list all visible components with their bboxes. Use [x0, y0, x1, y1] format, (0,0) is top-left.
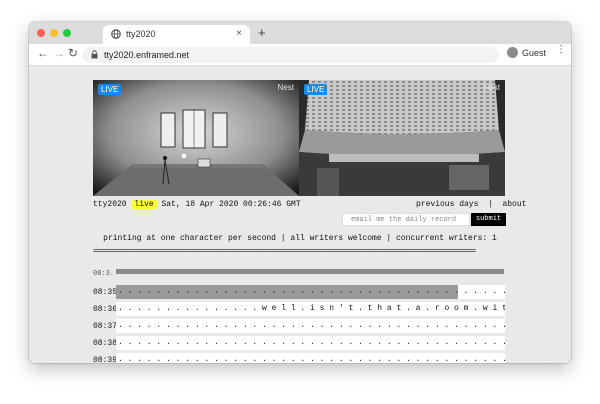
browser-toolbar: ← → ↻ tty2020.enframed.net Guest ⋮	[29, 44, 571, 66]
close-window-icon[interactable]	[37, 29, 45, 37]
record-row: 08:38. . . . . . . . . . . . . . . . . .…	[93, 336, 505, 350]
divider-line: ========================================…	[93, 247, 476, 256]
back-icon[interactable]: ←	[37, 46, 49, 60]
email-input[interactable]: email me the daily record	[342, 213, 470, 226]
page-nav: previous days | about	[416, 200, 526, 209]
row-track[interactable]: . . . . . . . . . . . . . . . . . . . . …	[116, 285, 505, 299]
live-badge: LIVE	[304, 84, 328, 95]
forward-icon[interactable]: →	[53, 46, 65, 60]
info-line: printing at one character per second | a…	[103, 234, 497, 243]
site-name: tty2020	[93, 200, 127, 209]
row-track[interactable]: . . . . . . . . . . . . . . . . . . . . …	[116, 319, 505, 333]
lock-icon	[91, 50, 98, 59]
header-bar	[116, 269, 504, 274]
menu-icon[interactable]: ⋮	[556, 45, 566, 55]
profile-label: Guest	[522, 48, 547, 58]
live-badge: LIVE	[98, 84, 122, 95]
row-text: . . . . . . . . . . . . . . . w e l l . …	[118, 304, 505, 313]
browser-window: tty2020 × + ← → ↻ tty2020.enframed.net G…	[29, 22, 571, 363]
tab-bar: tty2020 × +	[29, 22, 571, 44]
record-row: 08:36. . . . . . . . . . . . . . . w e l…	[93, 302, 505, 316]
nest-logo: Nest	[277, 83, 294, 92]
submit-button[interactable]: submit	[471, 213, 506, 226]
status-line: tty2020 live Sat, 18 Apr 2020 00:26:46 G…	[93, 200, 301, 209]
row-time: 08:37	[93, 322, 118, 331]
about-link[interactable]: about	[502, 200, 526, 209]
maximize-window-icon[interactable]	[63, 29, 71, 37]
row-track[interactable]: . . . . . . . . . . . . . . . . . . . . …	[116, 353, 505, 363]
page-content: LIVE Nest LIVE Nest tty2020 live Sat, 18…	[29, 66, 571, 363]
new-tab-icon[interactable]: +	[258, 25, 266, 40]
row-text: . . . . . . . . . . . . . . . . . . . . …	[118, 287, 505, 296]
row-time: 08:39	[93, 356, 118, 363]
row-text: . . . . . . . . . . . . . . . . . . . . …	[118, 355, 505, 363]
row-text: . . . . . . . . . . . . . . . . . . . . …	[118, 338, 505, 347]
record-row: 08:35. . . . . . . . . . . . . . . . . .…	[93, 285, 505, 299]
record-row: 08:37. . . . . . . . . . . . . . . . . .…	[93, 319, 505, 333]
row-text: . . . . . . . . . . . . . . . . . . . . …	[118, 321, 505, 330]
minimize-window-icon[interactable]	[50, 29, 58, 37]
nav-separator: |	[488, 200, 493, 209]
reload-icon[interactable]: ↻	[68, 46, 78, 60]
camera-feed-room: LIVE Nest	[93, 80, 299, 196]
machine-camera-image	[299, 80, 505, 196]
camera-feed-machine: LIVE Nest	[299, 80, 505, 196]
live-status-badge: live	[131, 200, 157, 209]
row-track[interactable]: . . . . . . . . . . . . . . . w e l l . …	[116, 302, 505, 316]
url-text: tty2020.enframed.net	[104, 50, 190, 60]
avatar-icon	[507, 47, 518, 58]
current-datetime: Sat, 18 Apr 2020 00:26:46 GMT	[161, 200, 301, 209]
row-time: 08:38	[93, 339, 118, 348]
nest-logo: Nest	[483, 83, 500, 92]
record-row: 08:39. . . . . . . . . . . . . . . . . .…	[93, 353, 505, 363]
row-time: 08:36	[93, 305, 118, 314]
row-time: 08:35	[93, 288, 118, 297]
room-camera-image	[93, 80, 299, 196]
row-track[interactable]: . . . . . . . . . . . . . . . . . . . . …	[116, 336, 505, 350]
previous-days-link[interactable]: previous days	[416, 200, 478, 209]
header-time: 08:3.	[93, 270, 115, 278]
close-tab-icon[interactable]: ×	[236, 28, 242, 39]
browser-tab[interactable]: tty2020 ×	[103, 25, 250, 44]
address-bar[interactable]: tty2020.enframed.net	[82, 47, 499, 63]
globe-icon	[111, 29, 121, 39]
tab-title: tty2020	[126, 29, 156, 39]
